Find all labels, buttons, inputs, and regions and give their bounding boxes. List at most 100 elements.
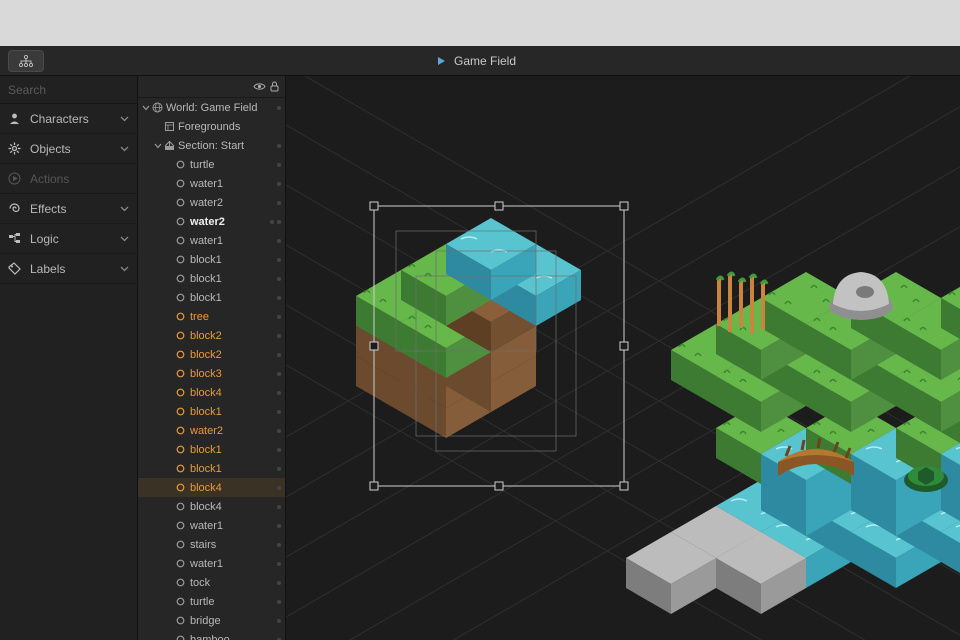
tree-node[interactable]: block1 (138, 269, 285, 288)
chevron-down-icon (120, 114, 129, 123)
tree-node[interactable]: bamboo (138, 630, 285, 640)
expander-icon (166, 406, 176, 418)
tree-node-label: block4 (190, 482, 274, 494)
tree-node-label: turtle (190, 596, 274, 608)
circle-icon (176, 502, 190, 511)
tree-node[interactable]: turtle (138, 592, 285, 611)
circle-icon (176, 388, 190, 397)
tree-node[interactable]: Section: Start (138, 136, 285, 155)
tag-icon (8, 262, 22, 276)
expander-icon (166, 425, 176, 437)
status-dot (277, 353, 281, 357)
play-icon (436, 56, 446, 66)
circle-icon (176, 160, 190, 169)
tree-node-label: block1 (190, 463, 274, 475)
tree-node-label: water2 (190, 425, 274, 437)
status-dot (277, 467, 281, 471)
top-title-area: Game Field (52, 54, 900, 68)
tree-node[interactable]: block4 (138, 478, 285, 497)
status-dot (277, 239, 281, 243)
category-objects[interactable]: Objects (0, 134, 137, 164)
circle-icon (176, 407, 190, 416)
circle-icon (176, 293, 190, 302)
status-dot (277, 600, 281, 604)
tree-node[interactable]: block4 (138, 383, 285, 402)
tree-node[interactable]: water1 (138, 174, 285, 193)
hierarchy-icon (18, 55, 34, 67)
library-sidebar: Characters Objects Actions EffectsLogicLabe… (0, 76, 138, 640)
tree-node-label: Foregrounds (178, 121, 281, 133)
expander-icon (166, 254, 176, 266)
tree-node[interactable]: water1 (138, 231, 285, 250)
expander-icon (166, 615, 176, 627)
tree-node[interactable]: water2 (138, 421, 285, 440)
tree-node[interactable]: Foregrounds (138, 117, 285, 136)
expander-icon (166, 520, 176, 532)
status-dot (277, 372, 281, 376)
expander-icon (166, 311, 176, 323)
tree-node[interactable]: block4 (138, 497, 285, 516)
category-characters[interactable]: Characters (0, 104, 137, 134)
tree-node[interactable]: water1 (138, 554, 285, 573)
category-actions: Actions (0, 164, 137, 194)
tree-node[interactable]: block3 (138, 364, 285, 383)
category-labels[interactable]: Labels (0, 254, 137, 284)
status-dot (277, 581, 281, 585)
expander-icon (166, 539, 176, 551)
category-label: Objects (30, 142, 71, 156)
hierarchy-sidebar: World: Game Field Foregrounds Section: St… (138, 76, 286, 640)
tree-node[interactable]: block1 (138, 402, 285, 421)
tree-node[interactable]: block1 (138, 459, 285, 478)
status-dot (277, 163, 281, 167)
tree-node-label: water1 (190, 178, 274, 190)
status-dot (277, 505, 281, 509)
spiral-icon (8, 202, 22, 216)
hierarchy-tree[interactable]: World: Game Field Foregrounds Section: St… (138, 98, 285, 640)
expander-icon (166, 330, 176, 342)
tree-node[interactable]: block1 (138, 440, 285, 459)
expander-icon (166, 159, 176, 171)
circle-icon (176, 369, 190, 378)
island-right (626, 272, 960, 614)
person-icon (8, 112, 22, 126)
expander-icon[interactable] (154, 142, 164, 150)
chevron-down-icon (120, 234, 129, 243)
circle-icon (176, 312, 190, 321)
tree-node[interactable]: water2 (138, 193, 285, 212)
tree-node-label: block1 (190, 254, 274, 266)
lock-icon[interactable] (270, 81, 279, 92)
circle-icon (176, 445, 190, 454)
tree-node[interactable]: stairs (138, 535, 285, 554)
expander-icon (166, 197, 176, 209)
tree-node-label: block2 (190, 330, 274, 342)
hierarchy-button[interactable] (8, 50, 44, 72)
circle-icon (176, 540, 190, 549)
expander-icon (166, 577, 176, 589)
tree-node[interactable]: block2 (138, 345, 285, 364)
tree-node[interactable]: tree (138, 307, 285, 326)
expander-icon[interactable] (142, 104, 152, 112)
expander-icon (166, 634, 176, 640)
tree-node[interactable]: bridge (138, 611, 285, 630)
canvas[interactable] (286, 76, 960, 640)
tree-node[interactable]: tock (138, 573, 285, 592)
expander-icon (166, 273, 176, 285)
tree-node-label: bridge (190, 615, 274, 627)
tree-node[interactable]: block2 (138, 326, 285, 345)
tree-node[interactable]: block1 (138, 288, 285, 307)
tree-node[interactable]: water1 (138, 516, 285, 535)
category-label: Actions (30, 172, 69, 186)
circle-icon (176, 597, 190, 606)
tree-node[interactable]: water2 (138, 212, 285, 231)
tree-node[interactable]: World: Game Field (138, 98, 285, 117)
tree-node-label: tock (190, 577, 274, 589)
logic-icon (8, 232, 22, 246)
tree-node-label: block1 (190, 406, 274, 418)
tree-node[interactable]: block1 (138, 250, 285, 269)
eye-icon[interactable] (253, 82, 266, 91)
category-logic[interactable]: Logic (0, 224, 137, 254)
category-label: Characters (30, 112, 89, 126)
category-effects[interactable]: Effects (0, 194, 137, 224)
circle-icon (176, 559, 190, 568)
tree-node[interactable]: turtle (138, 155, 285, 174)
